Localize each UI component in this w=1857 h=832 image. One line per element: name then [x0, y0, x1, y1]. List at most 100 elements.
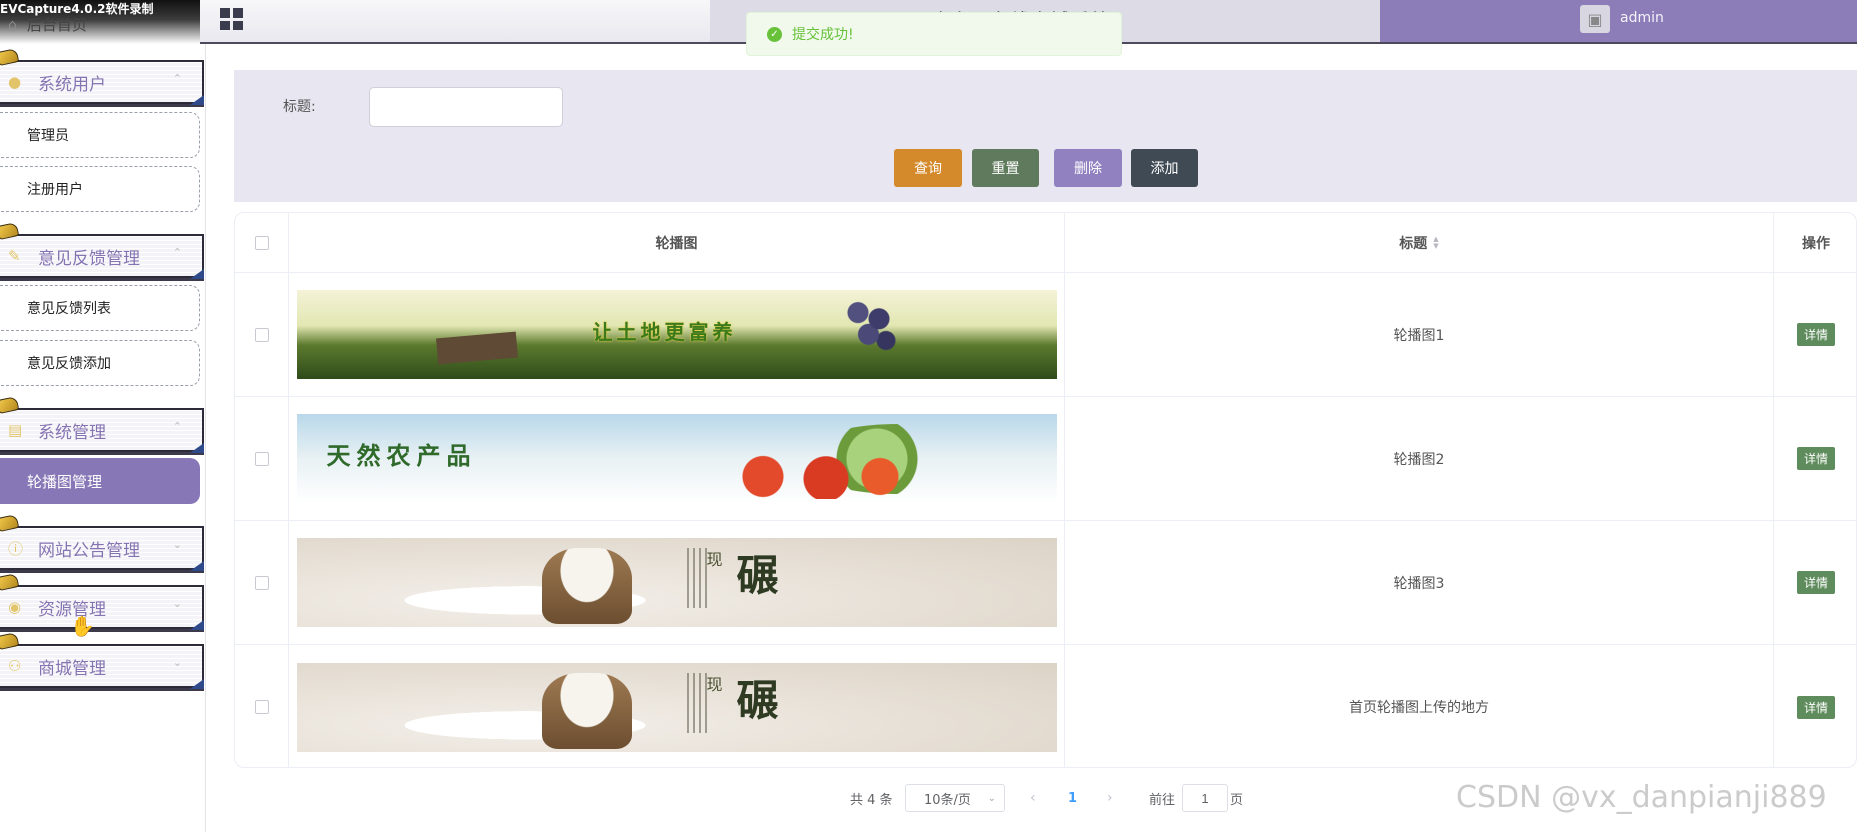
row-checkbox[interactable]: [254, 575, 269, 590]
sidebar-item-feedback-add[interactable]: 意见反馈添加: [0, 340, 200, 386]
pin-icon: [0, 48, 20, 66]
corner-decoration: [190, 561, 204, 571]
user-name[interactable]: admin: [1620, 10, 1664, 26]
row-title: 首页轮播图上传的地方: [1065, 645, 1774, 767]
corner-decoration: [190, 679, 204, 689]
chevron-up-icon: ⌃: [172, 246, 182, 259]
pagination-total: 共 4 条: [850, 792, 893, 808]
rice-sack-graphic: [541, 672, 632, 749]
detail-button[interactable]: 详情: [1796, 447, 1835, 470]
page-size-select[interactable]: 10条/页 ⌄: [905, 784, 1005, 812]
user-icon: ●: [8, 73, 22, 91]
success-toast: ✓ 提交成功!: [746, 12, 1122, 56]
sidebar-item-feedback-list[interactable]: 意见反馈列表: [0, 285, 200, 331]
mouse-cursor-icon: ✋: [70, 614, 95, 638]
image-icon: ▤: [8, 421, 23, 439]
banner-text: 碾: [736, 675, 779, 725]
location-icon: ◉: [8, 598, 22, 616]
row-checkbox[interactable]: [254, 700, 269, 714]
corner-decoration: [190, 443, 204, 453]
row-checkbox-cell: [235, 521, 289, 644]
avatar[interactable]: ▣: [1580, 5, 1610, 33]
banner-small-text: 现: [706, 674, 723, 694]
pin-icon: [0, 222, 20, 240]
menu-group-announcements[interactable]: ⓘ 网站公告管理 ⌄: [0, 514, 204, 571]
banner-text: 让土地更富养: [592, 320, 737, 344]
menu-group-shop[interactable]: ⚇ 商城管理 ⌄: [0, 632, 204, 689]
carousel-thumbnail: 现 碾: [296, 538, 1057, 627]
cart-icon: ⚇: [8, 657, 22, 675]
menu-group-system-management[interactable]: ▤ 系统管理 ⌃: [0, 396, 204, 453]
page-size-value: 10条/页: [924, 792, 971, 808]
home-label: 后台首页: [26, 16, 87, 34]
corner-decoration: [190, 95, 204, 105]
info-icon: ⓘ: [8, 539, 24, 558]
grapes-graphic: [836, 294, 907, 356]
pin-icon: [0, 514, 20, 532]
row-checkbox-cell: [235, 273, 289, 396]
menu-group-feedback[interactable]: ✎ 意见反馈管理 ⌃: [0, 222, 204, 279]
menu-group-label: 商城管理: [38, 658, 106, 679]
corner-decoration: [190, 269, 204, 279]
feedback-icon: ✎: [8, 247, 21, 265]
home-menu-item[interactable]: ⌂ 后台首页: [8, 14, 87, 35]
prev-page-icon[interactable]: ‹: [1030, 790, 1036, 806]
next-page-icon[interactable]: ›: [1107, 790, 1113, 806]
chevron-up-icon: ⌃: [172, 420, 182, 433]
table-header-row: 轮播图 标题 ▲ ▼ 操作: [235, 213, 1856, 273]
carousel-thumbnail: 天然农产品: [296, 414, 1057, 503]
pin-icon: [0, 573, 20, 591]
menu-group-resources[interactable]: ◉ 资源管理 ⌄: [0, 573, 204, 630]
banner-text: 碾: [736, 551, 779, 600]
row-title: 轮播图2: [1065, 397, 1774, 520]
menu-toggle-icon[interactable]: [216, 4, 246, 34]
detail-button[interactable]: 详情: [1796, 571, 1835, 594]
row-image-cell: 让土地更富养: [289, 273, 1065, 396]
carousel-table: 轮播图 标题 ▲▼ 操作 让土地更富养 轮播图1 详情 天然农产品 轮播图2: [234, 212, 1857, 768]
goto-page-input[interactable]: [1182, 784, 1228, 812]
menu-group-label: 意见反馈管理: [38, 248, 140, 269]
row-title: 轮播图1: [1065, 273, 1774, 396]
csdn-watermark: CSDN @vx_danpianji889: [1456, 780, 1827, 815]
sidebar-item-registered-users[interactable]: 注册用户: [0, 166, 200, 212]
row-actions-cell: 详情: [1774, 397, 1856, 520]
detail-button[interactable]: 详情: [1796, 695, 1835, 719]
row-checkbox-cell: [235, 397, 289, 520]
menu-group-label: 网站公告管理: [38, 540, 140, 561]
table-row: 现 碾 轮播图3 详情: [235, 521, 1856, 645]
column-header-title[interactable]: 标题 ▲ ▼: [1065, 213, 1774, 272]
corner-decoration: [190, 620, 204, 630]
column-header-image: 轮播图: [289, 213, 1065, 272]
sidebar-item-carousel-management[interactable]: 轮播图管理: [0, 458, 200, 504]
chevron-down-icon: ⌄: [987, 792, 996, 804]
goto-suffix: 页: [1230, 792, 1244, 808]
page-number-current[interactable]: 1: [1068, 791, 1077, 806]
select-all-checkbox[interactable]: [254, 235, 269, 250]
title-search-input[interactable]: [369, 87, 563, 127]
query-button[interactable]: 查询: [894, 149, 962, 187]
row-actions-cell: 详情: [1774, 273, 1856, 396]
header-checkbox-cell: [235, 213, 289, 272]
menu-group-label: 系统管理: [38, 422, 106, 443]
row-image-cell: 现 碾: [289, 521, 1065, 644]
column-header-title-label: 标题: [1399, 235, 1428, 252]
detail-button[interactable]: 详情: [1796, 323, 1835, 346]
row-checkbox[interactable]: [254, 451, 269, 466]
row-title: 轮播图3: [1065, 521, 1774, 644]
sidebar-item-admins[interactable]: 管理员: [0, 112, 200, 158]
row-checkbox[interactable]: [254, 327, 269, 342]
delete-button[interactable]: 删除: [1054, 149, 1122, 187]
table-row: 现 碾 首页轮播图上传的地方 详情: [235, 645, 1856, 767]
carousel-thumbnail: 让土地更富养: [296, 290, 1057, 379]
add-button[interactable]: 添加: [1131, 149, 1198, 187]
chevron-up-icon: ⌃: [172, 72, 182, 85]
table-row: 让土地更富养 轮播图1 详情: [235, 273, 1856, 397]
menu-group-system-users[interactable]: ● 系统用户 ⌃: [0, 48, 204, 105]
home-icon: ⌂: [8, 16, 17, 33]
sidebar: ● 系统用户 ⌃ 管理员 注册用户 ✎ 意见反馈管理 ⌃ 意见反馈列表 意见反馈…: [0, 44, 206, 832]
reset-button[interactable]: 重置: [972, 149, 1039, 187]
signpost-graphic: [435, 331, 518, 365]
title-search-label: 标题:: [283, 99, 316, 115]
pin-icon: [0, 396, 20, 414]
sort-icon[interactable]: ▲ ▼: [1433, 235, 1438, 250]
